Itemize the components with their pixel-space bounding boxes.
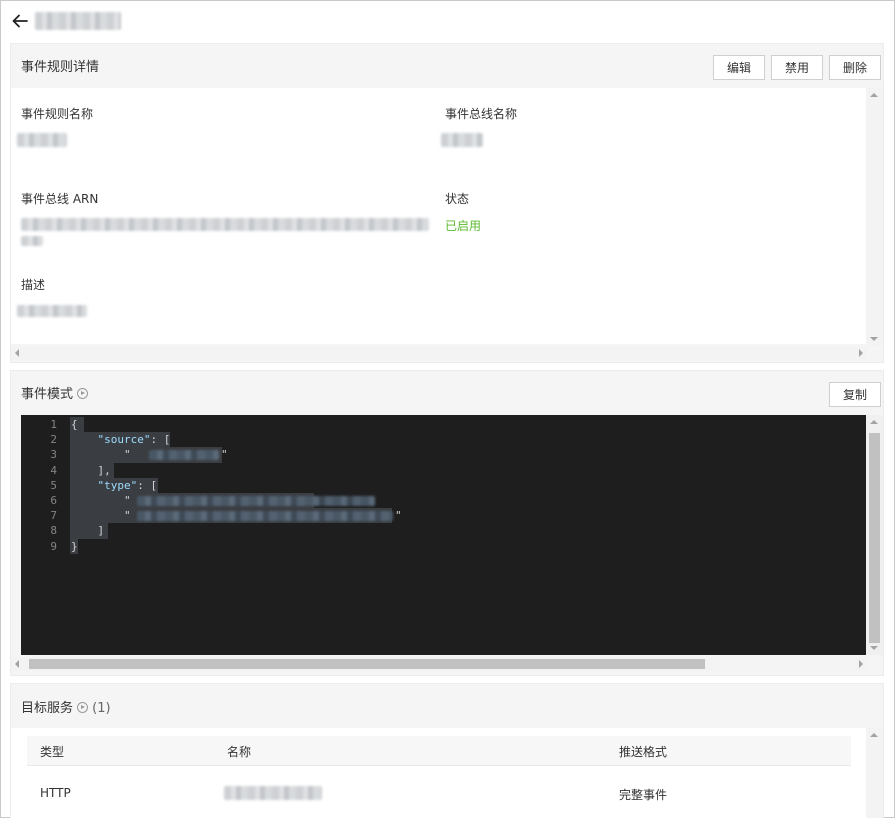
scroll-up-icon[interactable] [870,420,878,424]
event-pattern-header: 事件模式 复制 [11,371,883,415]
code-line: } [70,538,78,554]
event-pattern-title-text: 事件模式 [21,387,74,402]
description-value [17,305,87,317]
bus-arn-value [21,218,429,231]
status-value: 已启用 [445,219,482,233]
rule-details-title: 事件规则详情 [21,60,100,75]
line-number: 9 [50,539,57,553]
code-line: ], [70,462,170,478]
bus-name-label: 事件总线名称 [445,107,518,121]
line-number-gutter: 1 23456 789 [21,417,57,554]
rule-details-header: 事件规则详情 编辑 禁用 删除 [11,44,883,88]
scrollbar-thumb[interactable] [29,659,705,669]
redacted-value [137,495,375,506]
help-circle-icon[interactable] [77,388,89,399]
column-name: 名称 [227,745,252,759]
code-line: ] [70,523,170,539]
scroll-down-icon[interactable] [870,337,878,341]
line-number: 1 [50,418,57,431]
delete-button[interactable]: 删除 [829,55,881,80]
page-title-redacted [35,12,121,30]
row-name-redacted [224,786,322,800]
status-label: 状态 [445,192,470,206]
details-horizontal-scrollbar[interactable] [11,346,867,360]
copy-button[interactable]: 复制 [829,382,881,407]
code-line: " " [70,447,228,463]
event-pattern-title: 事件模式 [21,383,89,402]
description-label: 描述 [21,278,46,292]
code-content[interactable]: { "source": [ " " ], "type": [ " " " ]} [70,417,402,554]
row-format: 完整事件 [619,788,668,802]
code-line: " [70,492,375,509]
event-pattern-editor[interactable]: 1 23456 789 { "source": [ " " ], "type": [ … [21,415,869,655]
line-number: 6 [50,493,57,507]
scroll-down-icon[interactable] [870,646,878,650]
arrow-left-icon[interactable] [11,12,29,30]
target-count: (1) [92,701,111,716]
bus-name-value [441,133,483,147]
bus-arn-label: 事件总线 ARN [21,192,99,206]
redacted-value [137,511,393,522]
line-number: 7 [50,509,57,523]
bus-arn-value-cont [21,236,43,246]
scroll-left-icon[interactable] [15,349,19,357]
code-line: { [70,417,170,433]
rule-details-body: 事件规则名称 事件总线名称 事件总线 ARN 状态 已启用 描述 [11,88,867,344]
scroll-right-icon[interactable] [859,349,863,357]
line-number: 2 [50,433,57,447]
scroll-left-icon[interactable] [15,660,19,668]
target-services-panel: 目标服务 (1) 类型 名称 推送格式 HTTP 完整事件 [10,683,884,818]
scrollbar-thumb[interactable] [869,433,880,643]
edit-button[interactable]: 编辑 [713,55,765,80]
line-number: 8 [50,524,57,538]
scroll-up-icon[interactable] [870,93,878,97]
table-header: 类型 名称 推送格式 [27,736,851,766]
disable-button[interactable]: 禁用 [771,55,823,80]
code-line: "type": [ [70,477,170,493]
rule-details-panel: 事件规则详情 编辑 禁用 删除 事件规则名称 事件总线名称 事件总线 ARN 状… [10,43,884,363]
redacted-value [149,450,219,461]
rule-name-label: 事件规则名称 [21,107,94,121]
column-format: 推送格式 [619,745,668,759]
editor-vertical-scrollbar[interactable] [866,415,883,655]
column-type: 类型 [40,745,65,759]
line-number: 4 [50,463,57,477]
event-pattern-panel: 事件模式 复制 1 23456 789 { "source": [ " " ], "t… [10,370,884,676]
scroll-right-icon[interactable] [859,660,863,668]
details-vertical-scrollbar[interactable] [866,88,883,346]
line-number: 3 [50,448,57,462]
top-bar [1,1,894,41]
line-number: 5 [50,478,57,492]
target-services-title: 目标服务 (1) [21,697,111,716]
target-services-title-text: 目标服务 [21,701,74,716]
scroll-up-icon[interactable] [870,733,878,737]
target-services-header: 目标服务 (1) [11,684,883,728]
targets-table: 类型 名称 推送格式 HTTP 完整事件 [11,728,867,818]
code-line: "source": [ [70,432,170,448]
help-circle-icon[interactable] [77,702,89,713]
code-line: " " [70,508,402,524]
row-type: HTTP [40,786,71,800]
editor-horizontal-scrollbar[interactable] [11,657,867,671]
rule-name-value [17,133,67,147]
table-vertical-scrollbar[interactable] [866,728,883,818]
